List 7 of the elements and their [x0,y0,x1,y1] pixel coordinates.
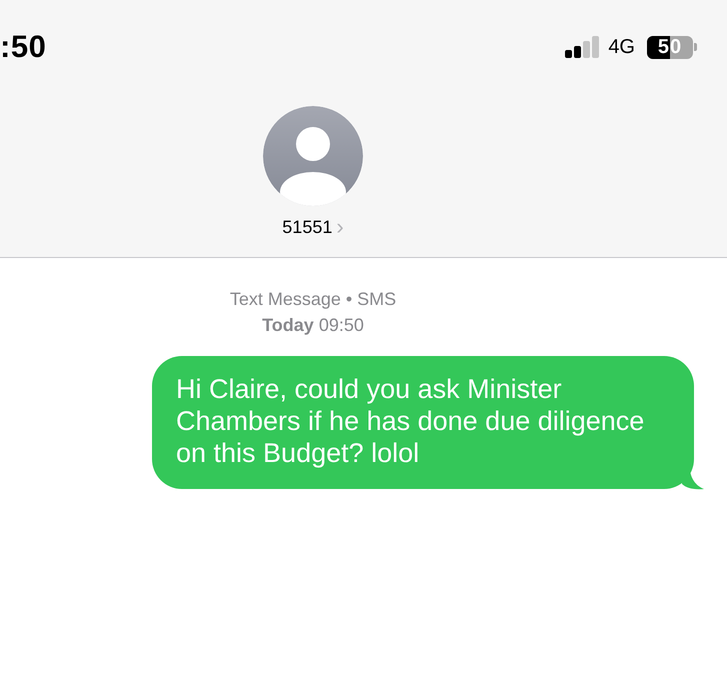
status-time: :50 [0,29,46,65]
avatar-icon[interactable] [263,106,363,206]
network-type: 4G [608,36,635,58]
signal-icon [565,36,600,58]
message-timestamp: Today 09:50 [261,314,365,337]
contact-name[interactable]: 51551 › [282,216,344,238]
service-label: Text Message • SMS [228,288,398,311]
